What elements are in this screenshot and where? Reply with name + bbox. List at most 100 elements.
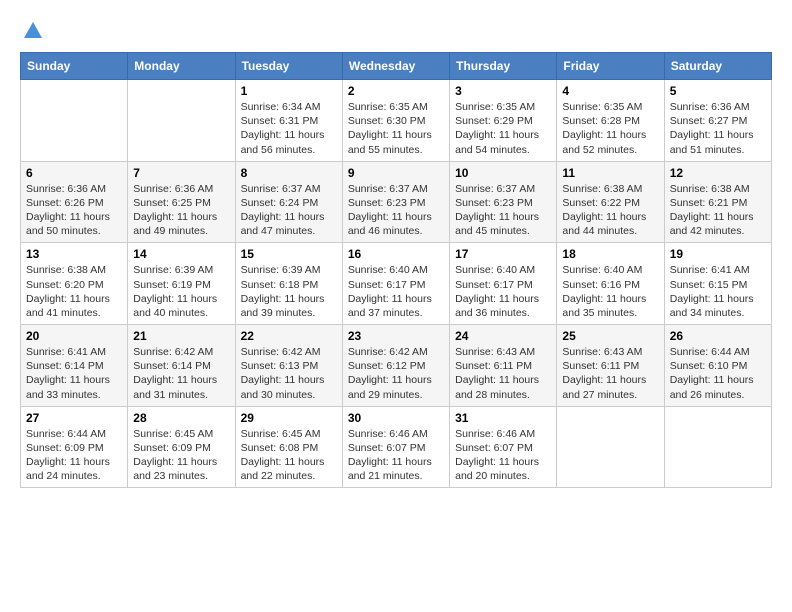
day-detail: Sunrise: 6:43 AMSunset: 6:11 PMDaylight:… xyxy=(455,345,551,402)
calendar-cell: 24Sunrise: 6:43 AMSunset: 6:11 PMDayligh… xyxy=(450,325,557,407)
day-number: 1 xyxy=(241,84,337,98)
day-number: 2 xyxy=(348,84,444,98)
day-number: 22 xyxy=(241,329,337,343)
day-detail: Sunrise: 6:39 AMSunset: 6:18 PMDaylight:… xyxy=(241,263,337,320)
day-number: 23 xyxy=(348,329,444,343)
day-detail: Sunrise: 6:40 AMSunset: 6:17 PMDaylight:… xyxy=(455,263,551,320)
day-detail: Sunrise: 6:35 AMSunset: 6:28 PMDaylight:… xyxy=(562,100,658,157)
day-detail: Sunrise: 6:40 AMSunset: 6:16 PMDaylight:… xyxy=(562,263,658,320)
day-detail: Sunrise: 6:44 AMSunset: 6:09 PMDaylight:… xyxy=(26,427,122,484)
day-detail: Sunrise: 6:42 AMSunset: 6:12 PMDaylight:… xyxy=(348,345,444,402)
calendar-cell: 13 Sunrise: 6:38 AMSunset: 6:20 PMDayligh… xyxy=(21,243,128,325)
day-detail: Sunrise: 6:39 AMSunset: 6:19 PMDaylight:… xyxy=(133,263,229,320)
day-number: 9 xyxy=(348,166,444,180)
day-number: 14 xyxy=(133,247,229,261)
day-number: 3 xyxy=(455,84,551,98)
day-header-saturday: Saturday xyxy=(664,53,771,80)
calendar-cell: 31 Sunrise: 6:46 AMSunset: 6:07 PMDayligh… xyxy=(450,406,557,488)
calendar-cell: 9 Sunrise: 6:37 AMSunset: 6:23 PMDaylight… xyxy=(342,161,449,243)
calendar-cell xyxy=(557,406,664,488)
calendar-cell: 26 Sunrise: 6:44 AMSunset: 6:10 PMDayligh… xyxy=(664,325,771,407)
day-number: 26 xyxy=(670,329,766,343)
day-number: 31 xyxy=(455,411,551,425)
day-number: 30 xyxy=(348,411,444,425)
logo xyxy=(20,20,44,42)
day-detail: Sunrise: 6:35 AMSunset: 6:30 PMDaylight:… xyxy=(348,100,444,157)
calendar-cell: 20 Sunrise: 6:41 AMSunset: 6:14 PMDayligh… xyxy=(21,325,128,407)
calendar-cell: 27Sunrise: 6:44 AMSunset: 6:09 PMDayligh… xyxy=(21,406,128,488)
day-detail: Sunrise: 6:36 AMSunset: 6:26 PMDaylight:… xyxy=(26,182,122,239)
day-detail: Sunrise: 6:42 AMSunset: 6:13 PMDaylight:… xyxy=(241,345,337,402)
day-detail: Sunrise: 6:46 AMSunset: 6:07 PMDaylight:… xyxy=(455,427,551,484)
day-detail: Sunrise: 6:43 AMSunset: 6:11 PMDaylight:… xyxy=(562,345,658,402)
day-header-thursday: Thursday xyxy=(450,53,557,80)
day-number: 18 xyxy=(562,247,658,261)
day-detail: Sunrise: 6:40 AMSunset: 6:17 PMDaylight:… xyxy=(348,263,444,320)
calendar-cell: 28 Sunrise: 6:45 AMSunset: 6:09 PMDayligh… xyxy=(128,406,235,488)
day-detail: Sunrise: 6:38 AMSunset: 6:21 PMDaylight:… xyxy=(670,182,766,239)
day-header-wednesday: Wednesday xyxy=(342,53,449,80)
day-detail: Sunrise: 6:45 AMSunset: 6:08 PMDaylight:… xyxy=(241,427,337,484)
day-header-monday: Monday xyxy=(128,53,235,80)
day-detail: Sunrise: 6:46 AMSunset: 6:07 PMDaylight:… xyxy=(348,427,444,484)
logo-text xyxy=(20,20,44,42)
day-detail: Sunrise: 6:36 AMSunset: 6:27 PMDaylight:… xyxy=(670,100,766,157)
day-detail: Sunrise: 6:38 AMSunset: 6:22 PMDaylight:… xyxy=(562,182,658,239)
day-detail: Sunrise: 6:42 AMSunset: 6:14 PMDaylight:… xyxy=(133,345,229,402)
day-number: 13 xyxy=(26,247,122,261)
day-number: 11 xyxy=(562,166,658,180)
calendar-cell: 10 Sunrise: 6:37 AMSunset: 6:23 PMDayligh… xyxy=(450,161,557,243)
calendar-cell: 21 Sunrise: 6:42 AMSunset: 6:14 PMDayligh… xyxy=(128,325,235,407)
day-detail: Sunrise: 6:36 AMSunset: 6:25 PMDaylight:… xyxy=(133,182,229,239)
calendar-cell: 6 Sunrise: 6:36 AMSunset: 6:26 PMDaylight… xyxy=(21,161,128,243)
calendar-cell: 17 Sunrise: 6:40 AMSunset: 6:17 PMDayligh… xyxy=(450,243,557,325)
calendar-week-row: 13 Sunrise: 6:38 AMSunset: 6:20 PMDayligh… xyxy=(21,243,772,325)
day-detail: Sunrise: 6:37 AMSunset: 6:23 PMDaylight:… xyxy=(455,182,551,239)
calendar-cell: 29 Sunrise: 6:45 AMSunset: 6:08 PMDayligh… xyxy=(235,406,342,488)
calendar-cell: 19 Sunrise: 6:41 AMSunset: 6:15 PMDayligh… xyxy=(664,243,771,325)
day-detail: Sunrise: 6:45 AMSunset: 6:09 PMDaylight:… xyxy=(133,427,229,484)
calendar-cell: 2 Sunrise: 6:35 AMSunset: 6:30 PMDaylight… xyxy=(342,80,449,162)
logo-icon xyxy=(22,20,44,42)
calendar-week-row: 6 Sunrise: 6:36 AMSunset: 6:26 PMDaylight… xyxy=(21,161,772,243)
day-number: 29 xyxy=(241,411,337,425)
calendar-cell xyxy=(21,80,128,162)
calendar-cell: 16Sunrise: 6:40 AMSunset: 6:17 PMDayligh… xyxy=(342,243,449,325)
calendar-cell: 4 Sunrise: 6:35 AMSunset: 6:28 PMDaylight… xyxy=(557,80,664,162)
day-detail: Sunrise: 6:38 AMSunset: 6:20 PMDaylight:… xyxy=(26,263,122,320)
calendar-cell xyxy=(664,406,771,488)
calendar-cell: 8Sunrise: 6:37 AMSunset: 6:24 PMDaylight… xyxy=(235,161,342,243)
calendar-cell: 12 Sunrise: 6:38 AMSunset: 6:21 PMDayligh… xyxy=(664,161,771,243)
calendar-cell: 7 Sunrise: 6:36 AMSunset: 6:25 PMDaylight… xyxy=(128,161,235,243)
day-number: 12 xyxy=(670,166,766,180)
calendar-cell: 3 Sunrise: 6:35 AMSunset: 6:29 PMDaylight… xyxy=(450,80,557,162)
day-number: 10 xyxy=(455,166,551,180)
calendar-cell: 23 Sunrise: 6:42 AMSunset: 6:12 PMDayligh… xyxy=(342,325,449,407)
day-number: 28 xyxy=(133,411,229,425)
day-number: 6 xyxy=(26,166,122,180)
day-detail: Sunrise: 6:37 AMSunset: 6:24 PMDaylight:… xyxy=(241,182,337,239)
page-header xyxy=(20,20,772,42)
day-detail: Sunrise: 6:37 AMSunset: 6:23 PMDaylight:… xyxy=(348,182,444,239)
day-detail: Sunrise: 6:35 AMSunset: 6:29 PMDaylight:… xyxy=(455,100,551,157)
calendar-cell: 5Sunrise: 6:36 AMSunset: 6:27 PMDaylight… xyxy=(664,80,771,162)
calendar-cell: 15Sunrise: 6:39 AMSunset: 6:18 PMDayligh… xyxy=(235,243,342,325)
day-number: 4 xyxy=(562,84,658,98)
calendar-cell: 11 Sunrise: 6:38 AMSunset: 6:22 PMDayligh… xyxy=(557,161,664,243)
day-header-friday: Friday xyxy=(557,53,664,80)
day-detail: Sunrise: 6:41 AMSunset: 6:15 PMDaylight:… xyxy=(670,263,766,320)
day-header-tuesday: Tuesday xyxy=(235,53,342,80)
day-number: 21 xyxy=(133,329,229,343)
day-detail: Sunrise: 6:44 AMSunset: 6:10 PMDaylight:… xyxy=(670,345,766,402)
day-number: 25 xyxy=(562,329,658,343)
calendar-cell: 22 Sunrise: 6:42 AMSunset: 6:13 PMDayligh… xyxy=(235,325,342,407)
calendar-cell: 18 Sunrise: 6:40 AMSunset: 6:16 PMDayligh… xyxy=(557,243,664,325)
day-number: 7 xyxy=(133,166,229,180)
day-detail: Sunrise: 6:41 AMSunset: 6:14 PMDaylight:… xyxy=(26,345,122,402)
day-number: 20 xyxy=(26,329,122,343)
day-number: 19 xyxy=(670,247,766,261)
calendar-header-row: SundayMondayTuesdayWednesdayThursdayFrid… xyxy=(21,53,772,80)
calendar-week-row: 1Sunrise: 6:34 AMSunset: 6:31 PMDaylight… xyxy=(21,80,772,162)
calendar-cell: 1Sunrise: 6:34 AMSunset: 6:31 PMDaylight… xyxy=(235,80,342,162)
day-number: 17 xyxy=(455,247,551,261)
